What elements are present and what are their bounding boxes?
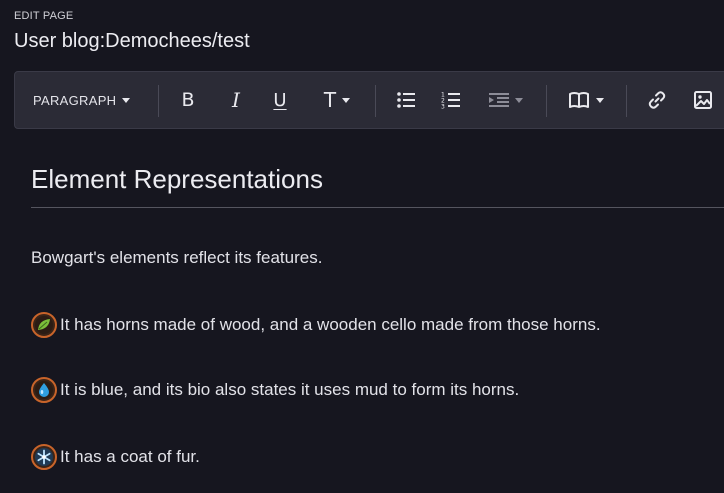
list-item[interactable]: It has horns made of wood, and a wooden … xyxy=(31,312,601,338)
editor-toolbar: PARAGRAPH B I U T 1 2 3 xyxy=(14,71,724,129)
section-heading[interactable]: Element Representations xyxy=(31,164,323,195)
image-button[interactable] xyxy=(690,72,716,128)
italic-button[interactable]: I xyxy=(223,72,249,128)
editor-page: EDIT PAGE User blog:Demochees/test PARAG… xyxy=(0,0,724,493)
water-element-icon xyxy=(31,377,57,403)
toolbar-divider xyxy=(375,85,376,117)
list-item-text: It is blue, and its bio also states it u… xyxy=(60,380,520,399)
link-icon xyxy=(648,91,666,109)
book-icon xyxy=(569,92,589,108)
numbered-list-icon: 1 2 3 xyxy=(441,92,460,110)
text-style-dropdown[interactable]: T xyxy=(315,72,359,128)
numbered-list-button[interactable]: 1 2 3 xyxy=(438,72,464,128)
toolbar-divider xyxy=(626,85,627,117)
insert-template-dropdown[interactable] xyxy=(564,72,608,128)
underline-icon: U xyxy=(273,89,287,111)
paragraph-style-dropdown[interactable]: PARAGRAPH xyxy=(33,72,139,128)
paragraph-style-label: PARAGRAPH xyxy=(33,92,117,108)
edit-page-label: EDIT PAGE xyxy=(14,10,74,22)
bold-icon: B xyxy=(181,89,195,111)
underline-button[interactable]: U xyxy=(267,72,293,128)
heading-divider xyxy=(31,207,724,208)
list-item-text: It has horns made of wood, and a wooden … xyxy=(60,315,601,334)
indent-dropdown[interactable] xyxy=(484,72,528,128)
list-item-text: It has a coat of fur. xyxy=(60,447,200,466)
cold-element-icon xyxy=(31,444,57,470)
chevron-down-icon xyxy=(342,97,351,103)
chevron-down-icon xyxy=(515,97,523,103)
plant-element-icon xyxy=(31,312,57,338)
chevron-down-icon xyxy=(596,97,604,103)
italic-icon: I xyxy=(232,88,240,112)
intro-text: Bowgart's elements reflect its features. xyxy=(31,248,323,267)
toolbar-divider xyxy=(546,85,547,117)
chevron-down-icon xyxy=(122,97,131,103)
page-title: User blog:Demochees/test xyxy=(14,30,250,52)
bold-button[interactable]: B xyxy=(175,72,201,128)
svg-text:3: 3 xyxy=(441,104,445,110)
image-icon xyxy=(694,91,712,109)
bullet-list-icon xyxy=(397,92,415,108)
bullet-list-button[interactable] xyxy=(393,72,419,128)
list-item[interactable]: It is blue, and its bio also states it u… xyxy=(31,377,519,403)
indent-icon xyxy=(489,93,509,107)
text-style-icon: T xyxy=(323,88,337,112)
toolbar-divider xyxy=(158,85,159,117)
link-button[interactable] xyxy=(644,72,670,128)
intro-paragraph[interactable]: Bowgart's elements reflect its features. xyxy=(31,248,322,268)
list-item[interactable]: It has a coat of fur. xyxy=(31,444,200,470)
